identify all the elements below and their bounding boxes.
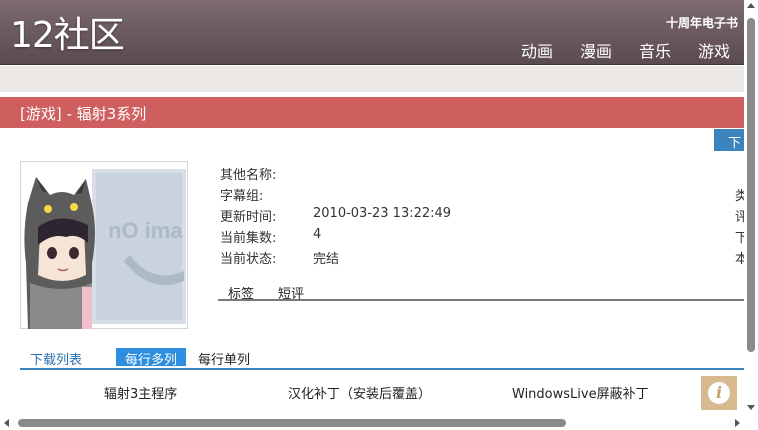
site-header: 12社区 十周年电子书 动画 漫画 音乐 游戏 (0, 0, 744, 65)
cover-image: nO ima (20, 161, 188, 329)
tab-multi-column[interactable]: 每行多列 (116, 348, 187, 368)
right-column-label-2: 评 (735, 210, 744, 225)
nav-item-music[interactable]: 音乐 (639, 38, 671, 62)
vertical-scrollbar[interactable] (744, 0, 758, 416)
scroll-left-arrow-icon[interactable] (4, 419, 9, 427)
scroll-right-arrow-icon[interactable] (735, 419, 740, 427)
file-link-chinese-patch[interactable]: 汉化补丁（安装后覆盖） (288, 383, 431, 402)
page-title: [游戏] - 辐射3系列 (20, 105, 147, 123)
download-list-header: 下载列表 每行多列 每行单列 (20, 348, 744, 370)
right-column-label-3: 下 (735, 231, 744, 246)
scroll-up-arrow-icon[interactable] (747, 3, 755, 8)
download-list-title[interactable]: 下载列表 (30, 349, 82, 368)
detail-subtabs: 标签 短评 (218, 283, 744, 302)
alias-label: 其他名称: (220, 168, 277, 183)
download-tab-button[interactable]: 下 (714, 129, 744, 151)
file-link-main-program[interactable]: 辐射3主程序 (104, 383, 177, 402)
nav-item-games[interactable]: 游戏 (698, 38, 730, 62)
tenth-anniversary-ebook-link[interactable]: 十周年电子书 (666, 14, 738, 31)
sub-bar (0, 66, 744, 92)
status-value: 完结 (313, 252, 340, 267)
info-icon: i (708, 382, 730, 404)
main-nav: 动画 漫画 音乐 游戏 (521, 38, 730, 62)
nav-item-manga[interactable]: 漫画 (580, 38, 612, 62)
episodes-label: 当前集数: (220, 231, 277, 246)
info-button[interactable]: i (701, 376, 737, 410)
page-title-bar: [游戏] - 辐射3系列 (0, 97, 744, 128)
file-link-windowslive-patch[interactable]: WindowsLive屏蔽补丁 (512, 383, 649, 402)
horizontal-scroll-thumb[interactable] (18, 419, 566, 427)
vertical-scroll-thumb[interactable] (747, 18, 755, 352)
horizontal-scrollbar[interactable] (0, 416, 744, 430)
episodes-value: 4 (313, 227, 322, 242)
scrollbar-corner (744, 416, 758, 430)
no-image-placeholder-icon: nO ima (24, 169, 186, 329)
nav-item-anime[interactable]: 动画 (521, 38, 553, 62)
status-label: 当前状态: (220, 252, 277, 267)
subgroup-label: 字幕组: (220, 189, 264, 204)
no-image-text: nO ima (108, 218, 183, 243)
tab-short-reviews[interactable]: 短评 (278, 283, 304, 302)
right-column-label-4: 本 (735, 252, 744, 267)
right-column-label-1: 类 (735, 189, 744, 204)
tab-tags[interactable]: 标签 (228, 283, 254, 302)
page-viewport: 12社区 十周年电子书 动画 漫画 音乐 游戏 [游戏] - 辐射3系列 下 n… (0, 0, 744, 416)
tab-single-column[interactable]: 每行单列 (198, 349, 250, 368)
scroll-down-arrow-icon[interactable] (747, 405, 755, 410)
update-time-label: 更新时间: (220, 210, 277, 225)
update-time-value: 2010-03-23 13:22:49 (313, 206, 452, 221)
site-logo[interactable]: 12社区 (10, 14, 125, 58)
